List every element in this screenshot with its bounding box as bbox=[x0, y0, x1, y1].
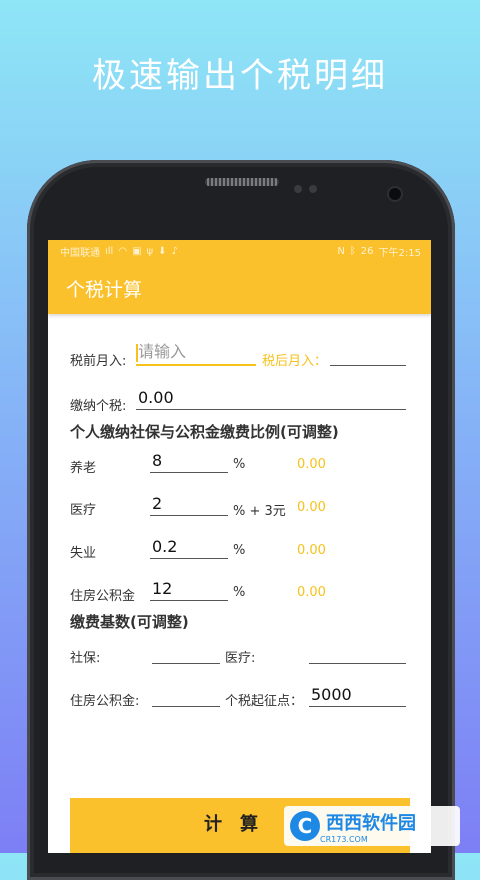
ratio-section-title: 个人缴纳社保与公积金缴费比例(可调整) bbox=[70, 423, 339, 441]
speaker-grille bbox=[205, 178, 279, 186]
carrier-label: 中国联通 bbox=[60, 247, 100, 259]
pre-tax-placeholder: 请输入 bbox=[138, 342, 187, 361]
tiktok-icon: ♪ bbox=[171, 245, 178, 257]
wifi-icon: ◠ bbox=[118, 245, 128, 257]
housing-fund-label: 住房公积金 bbox=[70, 589, 136, 604]
pre-tax-label: 税前月入: bbox=[70, 354, 127, 369]
promo-headline: 极速输出个税明细 bbox=[92, 56, 388, 96]
site-watermark: C 西西软件园 CR173.COM bbox=[284, 806, 460, 846]
pension-rate-input[interactable]: 8 bbox=[150, 451, 228, 473]
housing-base-input[interactable] bbox=[152, 685, 220, 707]
tax-paid-value: 0.00 bbox=[138, 388, 174, 407]
download-icon: ⬇ bbox=[158, 245, 167, 257]
housing-fund-amount: 0.00 bbox=[297, 585, 326, 600]
threshold-input[interactable]: 5000 bbox=[309, 685, 406, 707]
base-section-title: 缴费基数(可调整) bbox=[70, 613, 189, 631]
threshold-label: 个税起征点： bbox=[225, 694, 304, 709]
pension-unit: % bbox=[233, 457, 246, 472]
medical-base-label: 医疗: bbox=[225, 651, 256, 666]
medical-amount: 0.00 bbox=[297, 500, 326, 515]
nfc-icon: N bbox=[337, 245, 345, 257]
tax-paid-label: 缴纳个税: bbox=[70, 399, 127, 414]
medical-label: 医疗 bbox=[70, 503, 97, 518]
form-content: 税前月入: 请输入 税后月入： 缴纳个税: 0.00 个人缴纳社保与公积金缴费比… bbox=[48, 314, 431, 853]
watermark-subtext: CR173.COM bbox=[320, 834, 368, 844]
tax-paid-output: 0.00 bbox=[136, 388, 406, 410]
bluetooth-icon: ᛒ bbox=[349, 245, 356, 257]
after-tax-label: 税后月入： bbox=[262, 354, 328, 369]
signal-icon: ıll bbox=[105, 245, 114, 257]
app-bar: 个税计算 bbox=[48, 262, 431, 314]
proximity-sensor bbox=[294, 185, 302, 193]
watermark-text: 西西软件园 bbox=[326, 812, 416, 834]
front-sensor bbox=[309, 185, 317, 193]
medical-rate-value: 2 bbox=[152, 494, 163, 513]
housing-fund-rate-value: 12 bbox=[152, 579, 173, 598]
after-tax-output bbox=[330, 344, 406, 366]
clock: 下午2:15 bbox=[378, 247, 421, 259]
watermark-logo-icon: C bbox=[290, 811, 320, 841]
unemployment-unit: % bbox=[233, 543, 246, 558]
pre-tax-input[interactable]: 请输入 bbox=[136, 342, 256, 366]
unemployment-label: 失业 bbox=[70, 546, 97, 561]
notification-icon: ▣ bbox=[132, 245, 142, 257]
housing-base-label: 住房公积金: bbox=[70, 694, 140, 709]
pension-amount: 0.00 bbox=[297, 457, 326, 472]
usb-icon: ψ bbox=[146, 245, 154, 257]
app-screen: 中国联通 ıll ◠ ▣ ψ ⬇ ♪ N ᛒ 26 下午2:15 个税计算 税前… bbox=[48, 240, 431, 853]
housing-fund-rate-input[interactable]: 12 bbox=[150, 579, 228, 601]
unemployment-rate-value: 0.2 bbox=[152, 537, 178, 556]
housing-fund-unit: % bbox=[233, 585, 246, 600]
pension-label: 养老 bbox=[70, 461, 97, 476]
pension-rate-value: 8 bbox=[152, 451, 163, 470]
threshold-value: 5000 bbox=[311, 685, 352, 704]
battery-level: 26 bbox=[360, 245, 374, 257]
medical-rate-input[interactable]: 2 bbox=[150, 494, 228, 516]
app-title: 个税计算 bbox=[66, 278, 143, 301]
status-bar: 中国联通 ıll ◠ ▣ ψ ⬇ ♪ N ᛒ 26 下午2:15 bbox=[48, 240, 431, 262]
medical-base-input[interactable] bbox=[309, 642, 406, 664]
unemployment-rate-input[interactable]: 0.2 bbox=[150, 537, 228, 559]
unemployment-amount: 0.00 bbox=[297, 543, 326, 558]
medical-unit: % + 3元 bbox=[233, 504, 286, 519]
social-base-input[interactable] bbox=[152, 642, 220, 664]
front-camera bbox=[389, 188, 401, 200]
social-base-label: 社保: bbox=[70, 651, 101, 666]
